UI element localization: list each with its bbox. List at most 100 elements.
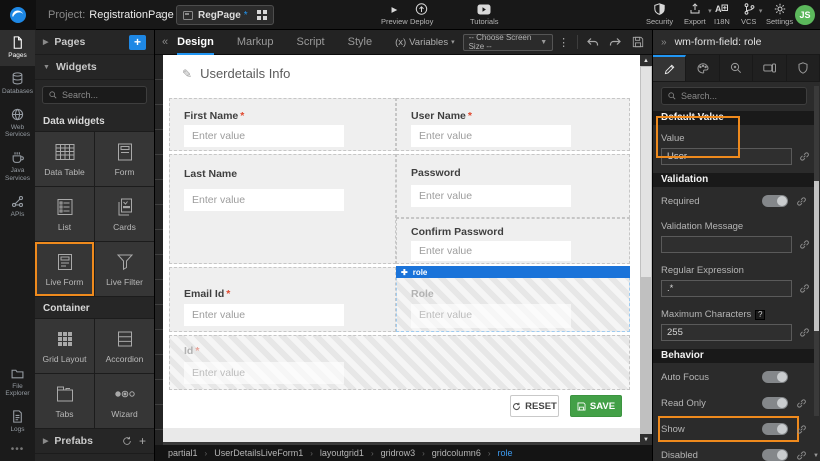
widget-grid-layout[interactable]: Grid Layout — [35, 319, 94, 373]
save-button[interactable]: SAVE — [570, 395, 622, 417]
prefabs-section-header[interactable]: ▶ Prefabs + — [35, 429, 154, 454]
bind-link-icon[interactable] — [796, 196, 807, 207]
tutorials-button[interactable]: Tutorials — [470, 3, 498, 26]
settings-button[interactable]: Settings ▾ — [766, 3, 793, 26]
scroll-down-button[interactable]: ▼ — [640, 434, 652, 445]
i18n-button[interactable]: A I18N — [714, 3, 730, 26]
rail-item-apis[interactable]: APIs — [0, 189, 35, 225]
tab-inspect[interactable] — [720, 55, 753, 81]
scrollbar-thumb[interactable] — [641, 67, 651, 277]
widget-cards[interactable]: Cards — [95, 187, 154, 241]
widget-search-input[interactable]: Search... — [42, 86, 147, 104]
screen-size-select[interactable]: -- Choose Screen Size -- ▼ — [463, 34, 554, 51]
deploy-button[interactable]: Deploy — [410, 3, 433, 26]
app-logo[interactable] — [0, 0, 36, 30]
field-cell-last-name[interactable]: Last Name Enter value — [169, 154, 396, 264]
more-menu-icon[interactable]: ⋮ — [558, 36, 569, 49]
rail-item-databases[interactable]: Databases — [0, 66, 35, 102]
scrollbar-thumb[interactable] — [814, 181, 819, 331]
breadcrumb-userdetailsliveform1[interactable]: UserDetailsLiveForm1 — [214, 448, 303, 458]
pages-section-header[interactable]: ▶ Pages + — [35, 30, 154, 55]
rail-more-button[interactable]: ••• — [0, 440, 35, 461]
auto-focus-toggle[interactable] — [762, 371, 788, 383]
property-search-input[interactable]: Search... — [661, 87, 807, 105]
field-cell-user-name[interactable]: User Name* Enter value — [396, 98, 630, 151]
tab-properties[interactable] — [653, 55, 686, 81]
undo-icon[interactable] — [586, 37, 599, 48]
rail-item-logs[interactable]: Logs — [0, 404, 35, 440]
bind-link-icon[interactable] — [799, 151, 810, 162]
add-page-button[interactable]: + — [129, 35, 146, 50]
breadcrumb-role[interactable]: role — [498, 448, 513, 458]
confirm-password-input[interactable]: Enter value — [411, 241, 571, 261]
help-icon[interactable]: ? — [755, 310, 765, 320]
bind-link-icon[interactable] — [796, 450, 807, 461]
value-input[interactable] — [661, 148, 792, 165]
widget-form[interactable]: Form — [95, 132, 154, 186]
widget-data-table[interactable]: Data Table — [35, 132, 94, 186]
bind-link-icon[interactable] — [796, 424, 807, 435]
breadcrumb-layoutgrid1[interactable]: layoutgrid1 — [320, 448, 364, 458]
maximum-characters-input[interactable] — [661, 324, 792, 341]
collapse-left-panel-icon[interactable]: « — [162, 36, 168, 48]
bind-link-icon[interactable] — [799, 239, 810, 250]
vcs-button[interactable]: VCS ▾ — [741, 3, 756, 26]
save-page-icon[interactable] — [632, 36, 644, 48]
tab-style[interactable]: Style — [348, 30, 372, 55]
field-cell-confirm-password[interactable]: Confirm Password Enter value — [396, 218, 630, 264]
refresh-icon[interactable] — [122, 436, 132, 446]
user-name-input[interactable]: Enter value — [411, 125, 571, 147]
widgets-section-header[interactable]: ▼ Widgets — [35, 55, 154, 80]
show-toggle[interactable] — [762, 423, 788, 435]
bind-link-icon[interactable] — [796, 398, 807, 409]
read-only-toggle[interactable] — [762, 397, 788, 409]
tab-markup[interactable]: Markup — [237, 30, 274, 55]
inspector-scrollbar[interactable] — [814, 86, 819, 416]
page-tab-regpage[interactable]: RegPage * — [176, 5, 274, 25]
regular-expression-input[interactable] — [661, 280, 792, 297]
variables-menu-button[interactable]: (x) Variables ▾ — [395, 37, 455, 48]
rail-item-file-explorer[interactable]: File Explorer — [0, 361, 35, 405]
tab-design[interactable]: Design — [177, 30, 214, 55]
form-title-row[interactable]: ✎ Userdetails Info — [182, 66, 290, 81]
widget-wizard[interactable]: Wizard — [95, 374, 154, 428]
collapse-right-panel-icon[interactable]: » — [661, 37, 667, 48]
grid-view-icon[interactable] — [257, 10, 267, 20]
field-cell-id[interactable]: Id* Enter value — [169, 335, 630, 390]
role-input[interactable]: Enter value — [411, 304, 571, 328]
widget-list[interactable]: List — [35, 187, 94, 241]
page-structure-section-header[interactable]: ▶ Page Structure — [35, 454, 154, 461]
first-name-input[interactable]: Enter value — [184, 125, 344, 147]
rail-item-java-services[interactable]: Java Services — [0, 145, 35, 189]
field-cell-first-name[interactable]: First Name* Enter value — [169, 98, 396, 151]
widget-live-filter[interactable]: Live Filter — [95, 242, 154, 296]
scroll-up-button[interactable]: ▲ — [640, 55, 652, 66]
bind-link-icon[interactable] — [799, 283, 810, 294]
field-cell-email[interactable]: Email Id* Enter value — [169, 267, 396, 332]
tab-devices[interactable] — [753, 55, 786, 81]
tab-script[interactable]: Script — [297, 30, 325, 55]
breadcrumb-gridrow3[interactable]: gridrow3 — [381, 448, 416, 458]
security-button[interactable]: Security — [646, 3, 673, 26]
field-cell-password[interactable]: Password Enter value — [396, 154, 630, 218]
disabled-toggle[interactable] — [762, 449, 788, 461]
required-toggle[interactable] — [762, 195, 788, 207]
reset-button[interactable]: RESET — [510, 395, 559, 417]
breadcrumb-gridcolumn6[interactable]: gridcolumn6 — [432, 448, 481, 458]
rail-item-web-services[interactable]: Web Services — [0, 102, 35, 146]
export-button[interactable]: Export ▾ — [684, 3, 706, 26]
last-name-input[interactable]: Enter value — [184, 189, 344, 211]
widget-accordion[interactable]: Accordion — [95, 319, 154, 373]
add-prefab-icon[interactable]: + — [139, 434, 146, 448]
widget-live-form[interactable]: Live Form — [35, 242, 94, 296]
tab-security[interactable] — [787, 55, 820, 81]
widget-tabs[interactable]: Tabs — [35, 374, 94, 428]
rail-item-pages[interactable]: Pages — [0, 30, 35, 66]
bind-link-icon[interactable] — [799, 327, 810, 338]
scroll-down-icon[interactable]: ▼ — [813, 453, 819, 459]
canvas-scrollbar[interactable]: ▲ ▼ — [640, 55, 652, 445]
id-input[interactable]: Enter value — [184, 362, 344, 384]
email-input[interactable]: Enter value — [184, 304, 344, 326]
canvas-page[interactable]: ✎ Userdetails Info First Name* Enter val… — [163, 55, 640, 428]
tab-styles[interactable] — [686, 55, 719, 81]
